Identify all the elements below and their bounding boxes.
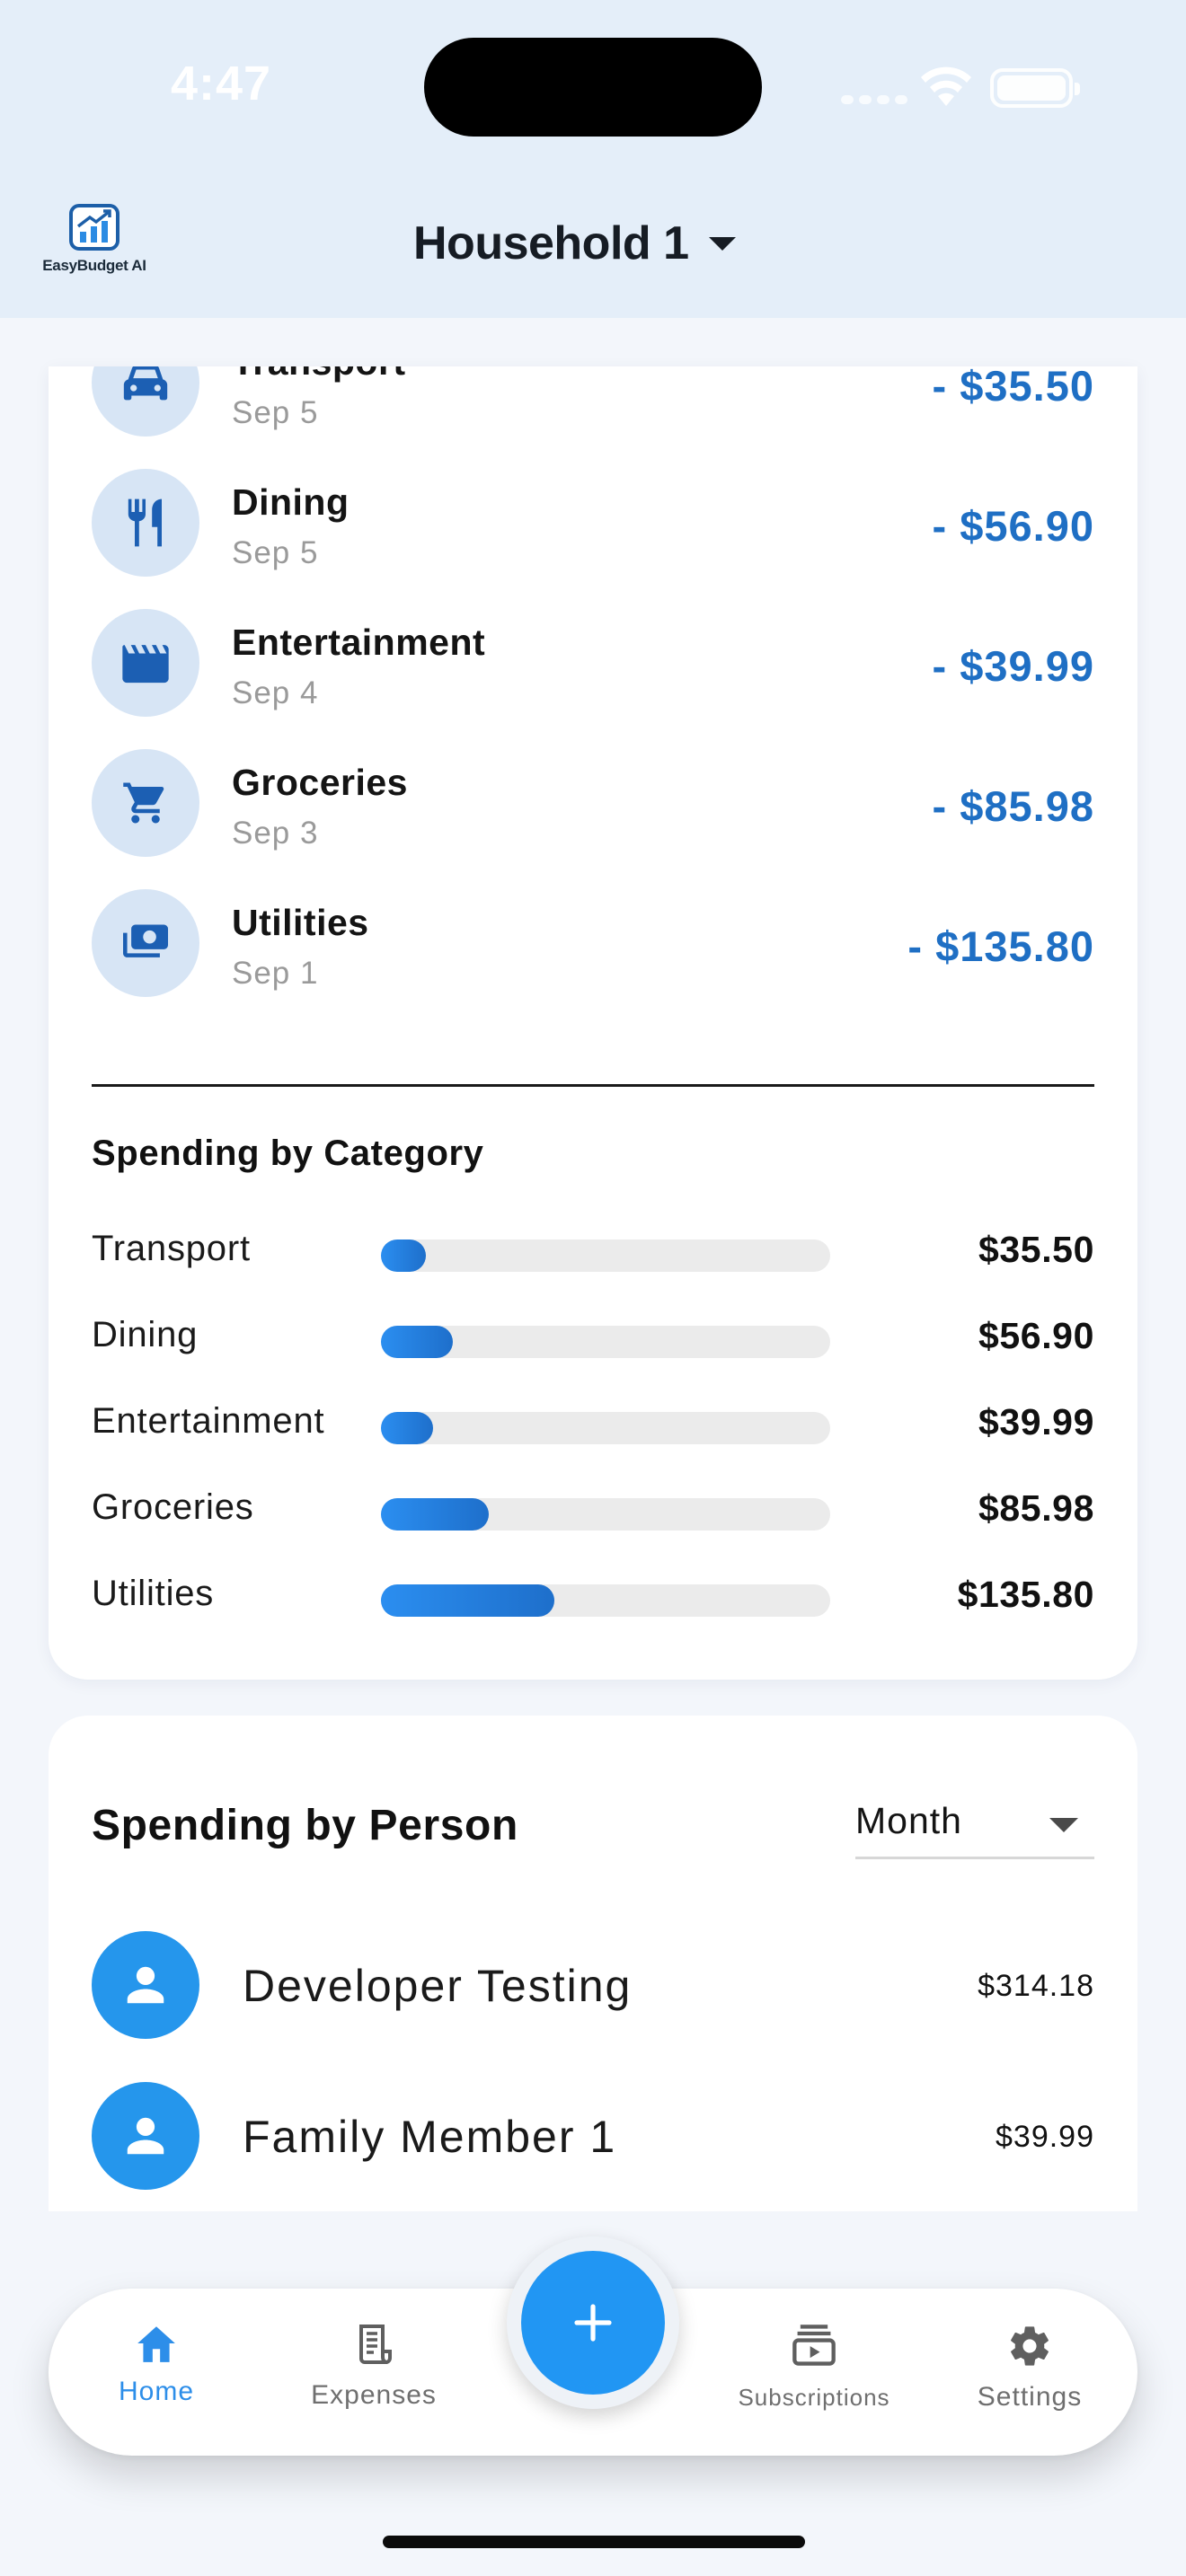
home-icon	[137, 2326, 175, 2362]
category-label: Transport	[92, 1229, 251, 1268]
chevron-down-icon	[1049, 1818, 1078, 1832]
transaction-category: Utilities	[232, 902, 369, 943]
period-value: Month	[855, 1800, 962, 1841]
transaction-row-dining[interactable]: Dining Sep 5 - $56.90	[49, 469, 1137, 609]
fork-knife-icon	[92, 469, 199, 577]
category-progress-track	[381, 1239, 830, 1272]
nav-expenses[interactable]: Expenses	[284, 2323, 464, 2411]
transaction-list: Transport Sep 5 - $35.50 Dining Sep 5 - …	[49, 366, 1137, 1013]
person-amount: $39.99	[996, 2120, 1094, 2154]
battery-icon	[990, 68, 1080, 108]
category-row: Transport $35.50	[49, 1223, 1137, 1277]
person-row[interactable]: Developer Testing $314.18	[49, 1931, 1137, 2039]
transaction-amount: - $35.50	[932, 366, 1094, 410]
person-row[interactable]: Family Member 1 $39.99	[49, 2082, 1137, 2190]
person-name: Developer Testing	[243, 1961, 633, 2011]
transaction-category: Transport	[232, 366, 406, 384]
transaction-date: Sep 5	[232, 395, 319, 430]
app-header: 4:47 EasyBudget AI Household 1	[0, 0, 1186, 318]
transaction-date: Sep 5	[232, 535, 319, 570]
category-amount: $35.50	[978, 1229, 1094, 1270]
nav-settings[interactable]: Settings	[940, 2323, 1120, 2413]
transaction-row-utilities[interactable]: Utilities Sep 1 - $135.80	[49, 889, 1137, 1013]
cellular-signal-icon	[841, 95, 907, 104]
spending-by-person-card: Spending by Person Month Developer Testi…	[49, 1716, 1137, 2211]
transaction-date: Sep 4	[232, 675, 319, 710]
shopping-cart-icon	[92, 749, 199, 857]
household-name: Household 1	[413, 217, 689, 269]
transaction-category: Dining	[232, 481, 350, 523]
category-progress-fill	[381, 1326, 453, 1358]
transaction-row-entertainment[interactable]: Entertainment Sep 4 - $39.99	[49, 609, 1137, 749]
section-divider	[92, 1084, 1094, 1087]
home-indicator	[383, 2536, 805, 2548]
transaction-amount: - $85.98	[932, 782, 1094, 830]
transaction-row-groceries[interactable]: Groceries Sep 3 - $85.98	[49, 749, 1137, 889]
category-progress-track	[381, 1498, 830, 1531]
transaction-amount: - $135.80	[907, 922, 1094, 970]
category-amount: $56.90	[978, 1315, 1094, 1356]
spending-by-person-title: Spending by Person	[92, 1802, 518, 1849]
category-row: Utilities $135.80	[49, 1568, 1137, 1622]
status-time: 4:47	[171, 57, 272, 110]
category-label: Groceries	[92, 1487, 254, 1527]
car-icon	[92, 366, 199, 437]
clapperboard-icon	[92, 609, 199, 717]
receipt-icon	[359, 2325, 392, 2364]
category-label: Dining	[92, 1315, 199, 1354]
nav-home[interactable]: Home	[66, 2323, 246, 2407]
transaction-category: Entertainment	[232, 622, 486, 663]
transactions-card: Transport Sep 5 - $35.50 Dining Sep 5 - …	[49, 366, 1137, 1680]
category-progress-track	[381, 1326, 830, 1358]
nav-label: Expenses	[311, 2380, 437, 2410]
wifi-icon	[921, 66, 971, 106]
category-progress-fill	[381, 1584, 554, 1617]
transaction-amount: - $56.90	[932, 502, 1094, 550]
category-amount: $85.98	[978, 1487, 1094, 1529]
subscriptions-icon	[792, 2325, 836, 2366]
category-row: Entertainment $39.99	[49, 1396, 1137, 1450]
spending-by-category-title: Spending by Category	[92, 1134, 484, 1173]
category-label: Entertainment	[92, 1401, 325, 1441]
dynamic-island	[424, 38, 762, 137]
category-row: Groceries $85.98	[49, 1482, 1137, 1536]
nav-label: Subscriptions	[738, 2384, 890, 2411]
plus-icon	[574, 2304, 612, 2342]
chart-logo-icon	[69, 204, 119, 251]
person-name: Family Member 1	[243, 2112, 617, 2162]
person-icon	[92, 2082, 199, 2190]
transaction-date: Sep 1	[232, 956, 319, 991]
app-logo[interactable]: EasyBudget AI	[41, 203, 147, 275]
gear-icon	[1011, 2326, 1049, 2366]
category-row: Dining $56.90	[49, 1310, 1137, 1363]
money-icon	[92, 889, 199, 997]
category-progress-fill	[381, 1239, 426, 1272]
period-dropdown[interactable]: Month	[855, 1796, 1094, 1859]
logo-text: EasyBudget AI	[42, 257, 146, 274]
nav-label: Home	[118, 2377, 195, 2406]
category-progress-fill	[381, 1412, 433, 1444]
person-amount: $314.18	[978, 1969, 1094, 2003]
transaction-amount: - $39.99	[932, 642, 1094, 690]
category-progress-track	[381, 1412, 830, 1444]
add-expense-button[interactable]	[521, 2251, 665, 2395]
category-progress-track	[381, 1584, 830, 1617]
household-selector[interactable]: Household 1	[413, 212, 736, 275]
category-amount: $39.99	[978, 1401, 1094, 1442]
category-amount: $135.80	[957, 1574, 1094, 1615]
chevron-down-icon	[708, 236, 736, 251]
transaction-category: Groceries	[232, 762, 408, 803]
person-icon	[92, 1931, 199, 2039]
transaction-date: Sep 3	[232, 816, 319, 851]
nav-label: Settings	[977, 2382, 1083, 2412]
nav-subscriptions[interactable]: Subscriptions	[724, 2323, 904, 2412]
transaction-row-transport[interactable]: Transport Sep 5 - $35.50	[49, 366, 1137, 469]
category-progress-fill	[381, 1498, 489, 1531]
category-label: Utilities	[92, 1574, 215, 1613]
